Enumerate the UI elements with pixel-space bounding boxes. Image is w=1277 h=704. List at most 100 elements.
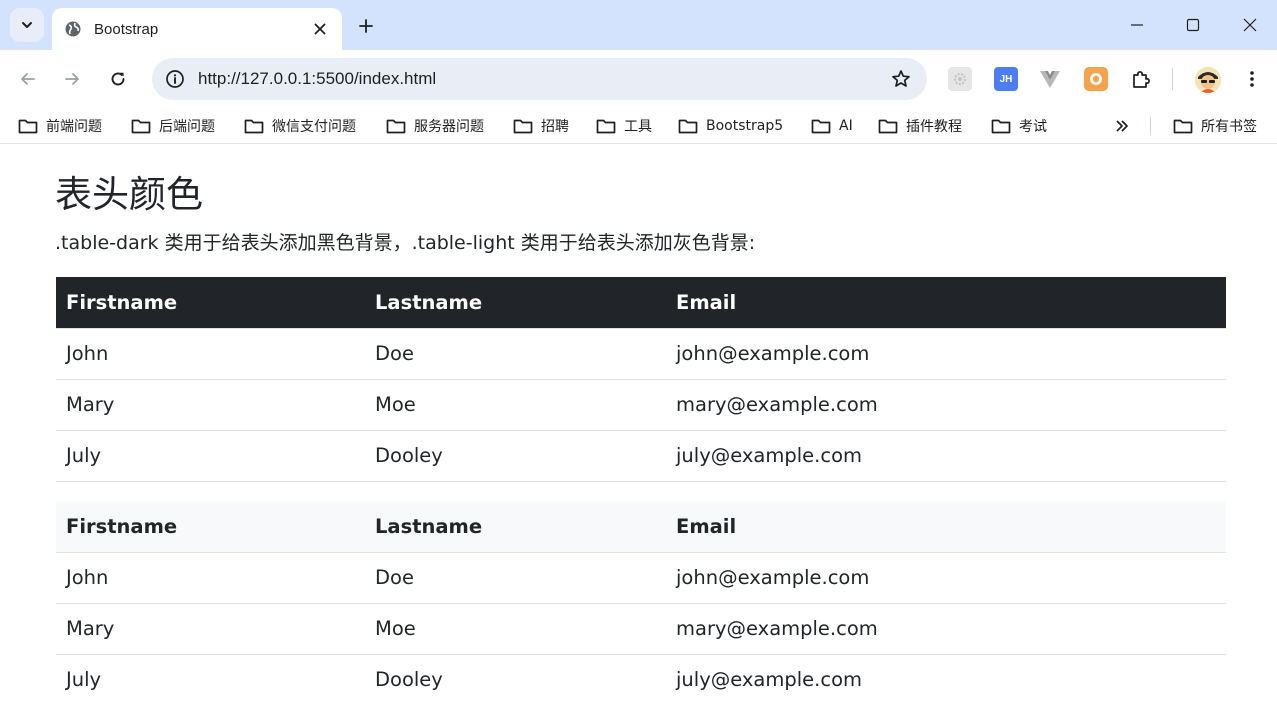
double-chevron-right-icon — [1116, 120, 1128, 132]
chevron-down-icon — [22, 22, 32, 28]
tab-search-button[interactable] — [10, 8, 44, 42]
bookmark-label: 后端问题 — [159, 119, 215, 135]
bookmark-folder[interactable]: 工具 — [596, 108, 652, 144]
avatar[interactable] — [1195, 67, 1221, 93]
folder-icon — [131, 119, 151, 134]
cell-email: july@example.com — [666, 430, 1226, 482]
cell-firstname: July — [56, 430, 365, 482]
folder-icon — [513, 119, 533, 134]
cell-firstname: Mary — [56, 379, 365, 431]
new-tab-button[interactable] — [352, 12, 380, 40]
header-lastname: Lastname — [365, 277, 666, 329]
cell-lastname: Doe — [365, 328, 666, 380]
bookmark-folder[interactable]: AI — [811, 108, 853, 144]
jh-extension-label: JH — [999, 73, 1013, 85]
plus-icon — [359, 19, 373, 33]
arrow-left-icon — [21, 73, 35, 85]
page-description: .table-dark 类用于给表头添加黑色背景，.table-light 类用… — [55, 232, 756, 254]
table-header-light: Firstname Lastname Email — [56, 501, 1226, 553]
folder-icon — [991, 119, 1011, 134]
bookmark-folder[interactable]: 后端问题 — [131, 108, 215, 144]
bookmark-folder[interactable]: 招聘 — [513, 108, 569, 144]
minimize-button[interactable] — [1122, 10, 1152, 40]
table-row: John Doe john@example.com — [56, 328, 1226, 380]
tab-strip: Bootstrap — [0, 0, 1277, 50]
bookmark-folder[interactable]: 微信支付问题 — [244, 108, 356, 144]
table-row: John Doe john@example.com — [56, 552, 1226, 604]
cell-lastname: Moe — [365, 603, 666, 655]
vue-extension-icon[interactable] — [1038, 67, 1062, 91]
dark-header-table: Firstname Lastname Email John Doe john@e… — [56, 277, 1226, 482]
cell-lastname: Dooley — [365, 430, 666, 482]
table-header-row: Firstname Lastname Email — [56, 277, 1226, 329]
bookmark-label: AI — [839, 118, 853, 134]
gear-extension-icon[interactable] — [948, 67, 972, 91]
reload-icon — [111, 72, 125, 86]
bookmark-label: 考试 — [1019, 119, 1047, 135]
all-bookmarks-folder[interactable]: 所有书签 — [1173, 108, 1257, 144]
window-close-button[interactable] — [1235, 10, 1265, 40]
address-bar[interactable]: http://127.0.0.1:5500/index.html — [152, 58, 927, 100]
orange-extension-icon[interactable] — [1084, 67, 1108, 91]
forward-button[interactable] — [56, 63, 88, 95]
bookmark-star-button[interactable] — [883, 61, 919, 97]
table-row: Mary Moe mary@example.com — [56, 603, 1226, 655]
table-row: July Dooley july@example.com — [56, 654, 1226, 704]
bookmark-folder[interactable]: Bootstrap5 — [678, 108, 783, 144]
close-icon — [1243, 18, 1257, 32]
bookmarks-separator — [1150, 117, 1151, 135]
bookmark-folder[interactable]: 插件教程 — [878, 108, 962, 144]
bookmark-folder[interactable]: 考试 — [991, 108, 1047, 144]
toolbar-separator — [1172, 68, 1173, 90]
bookmark-label: 工具 — [624, 119, 652, 135]
bookmark-folder[interactable]: 前端问题 — [18, 108, 102, 144]
page-title: 表头颜色 — [55, 173, 203, 216]
back-button[interactable] — [12, 63, 44, 95]
tab-close-button[interactable] — [310, 19, 330, 39]
maximize-button[interactable] — [1178, 10, 1208, 40]
reload-button[interactable] — [102, 63, 134, 95]
browser-menu-button[interactable] — [1236, 63, 1268, 95]
arrow-right-icon — [65, 73, 79, 85]
cell-firstname: Mary — [56, 603, 365, 655]
bookmark-label: 服务器问题 — [414, 119, 484, 135]
folder-icon — [678, 119, 698, 134]
browser-toolbar: http://127.0.0.1:5500/index.html JH — [0, 50, 1277, 108]
folder-icon — [878, 119, 898, 134]
header-firstname: Firstname — [56, 277, 365, 329]
cell-lastname: Doe — [365, 552, 666, 604]
bookmarks-bar: 前端问题 后端问题 微信支付问题 服务器问题 招聘 工具 Bootstrap5 … — [0, 108, 1277, 144]
header-firstname: Firstname — [56, 501, 365, 553]
folder-icon — [1173, 119, 1193, 134]
page-content: 表头颜色 .table-dark 类用于给表头添加黑色背景，.table-lig… — [0, 145, 1277, 704]
bookmarks-overflow-button[interactable] — [1110, 114, 1134, 138]
folder-icon — [596, 119, 616, 134]
cell-email: mary@example.com — [666, 603, 1226, 655]
site-info-icon[interactable] — [164, 68, 186, 90]
header-email: Email — [666, 277, 1226, 329]
bookmark-label: 微信支付问题 — [272, 119, 356, 135]
header-email: Email — [666, 501, 1226, 553]
folder-icon — [386, 119, 406, 134]
cell-email: july@example.com — [666, 654, 1226, 704]
light-header-table: Firstname Lastname Email John Doe john@e… — [56, 501, 1226, 704]
table-row: July Dooley july@example.com — [56, 430, 1226, 482]
all-bookmarks-label: 所有书签 — [1201, 119, 1257, 135]
cell-firstname: July — [56, 654, 365, 704]
folder-icon — [811, 119, 831, 134]
puzzle-icon[interactable] — [1129, 67, 1153, 91]
table-row: Mary Moe mary@example.com — [56, 379, 1226, 431]
url-text[interactable]: http://127.0.0.1:5500/index.html — [198, 69, 883, 89]
close-icon — [314, 23, 326, 35]
table-header-dark: Firstname Lastname Email — [56, 277, 1226, 329]
minimize-icon — [1131, 24, 1143, 26]
bookmark-folder[interactable]: 服务器问题 — [386, 108, 484, 144]
cell-lastname: Dooley — [365, 654, 666, 704]
active-tab[interactable]: Bootstrap — [52, 8, 342, 50]
cell-firstname: John — [56, 328, 365, 380]
jh-extension-button[interactable]: JH — [994, 67, 1018, 91]
bookmark-label: 招聘 — [541, 119, 569, 135]
cell-firstname: John — [56, 552, 365, 604]
cell-email: mary@example.com — [666, 379, 1226, 431]
bookmark-label: 前端问题 — [46, 119, 102, 135]
